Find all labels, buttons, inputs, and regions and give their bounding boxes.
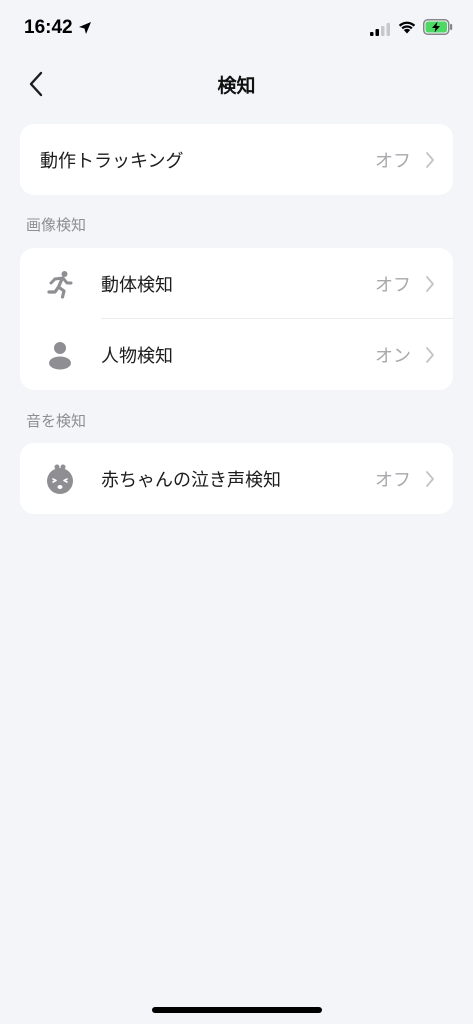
motion-tracking-row[interactable]: 動作トラッキング オフ: [20, 124, 453, 195]
motion-tracking-card: 動作トラッキング オフ: [20, 124, 453, 195]
wifi-icon: [397, 19, 417, 38]
chevron-right-icon: [426, 470, 434, 487]
sound-detection-header: 音を検知: [26, 412, 87, 430]
status-time: 16:42: [24, 17, 73, 38]
image-detection-card: 動体検知 オフ 人物検知 オン: [20, 248, 453, 390]
chevron-right-icon: [426, 346, 434, 363]
baby-crying-detection-label: 赤ちゃんの泣き声検知: [101, 469, 281, 491]
person-detection-label: 人物検知: [101, 345, 173, 367]
navigation-bar: 検知: [0, 56, 473, 112]
baby-crying-detection-value: オフ: [375, 469, 411, 491]
person-detection-value: オン: [375, 345, 411, 367]
person-detection-row[interactable]: 人物検知 オン: [20, 319, 453, 390]
person-icon: [44, 339, 76, 371]
image-detection-header: 画像検知: [26, 216, 87, 234]
motion-tracking-label: 動作トラッキング: [40, 150, 184, 172]
running-person-icon: [44, 268, 76, 300]
page-title: 検知: [217, 75, 256, 97]
crying-baby-icon: [44, 463, 76, 495]
motion-detection-label: 動体検知: [101, 274, 173, 296]
battery-charging-icon: [423, 19, 453, 39]
baby-crying-detection-row[interactable]: 赤ちゃんの泣き声検知 オフ: [20, 443, 453, 514]
motion-tracking-value: オフ: [375, 150, 411, 172]
cellular-signal-icon: [370, 21, 390, 40]
sound-detection-card: 赤ちゃんの泣き声検知 オフ: [20, 443, 453, 514]
motion-detection-row[interactable]: 動体検知 オフ: [20, 248, 453, 319]
home-indicator[interactable]: [152, 1007, 322, 1013]
chevron-right-icon: [426, 151, 434, 168]
location-arrow-icon: [78, 20, 92, 39]
status-bar: 16:42: [0, 0, 473, 56]
chevron-right-icon: [426, 275, 434, 292]
motion-detection-value: オフ: [375, 274, 411, 296]
